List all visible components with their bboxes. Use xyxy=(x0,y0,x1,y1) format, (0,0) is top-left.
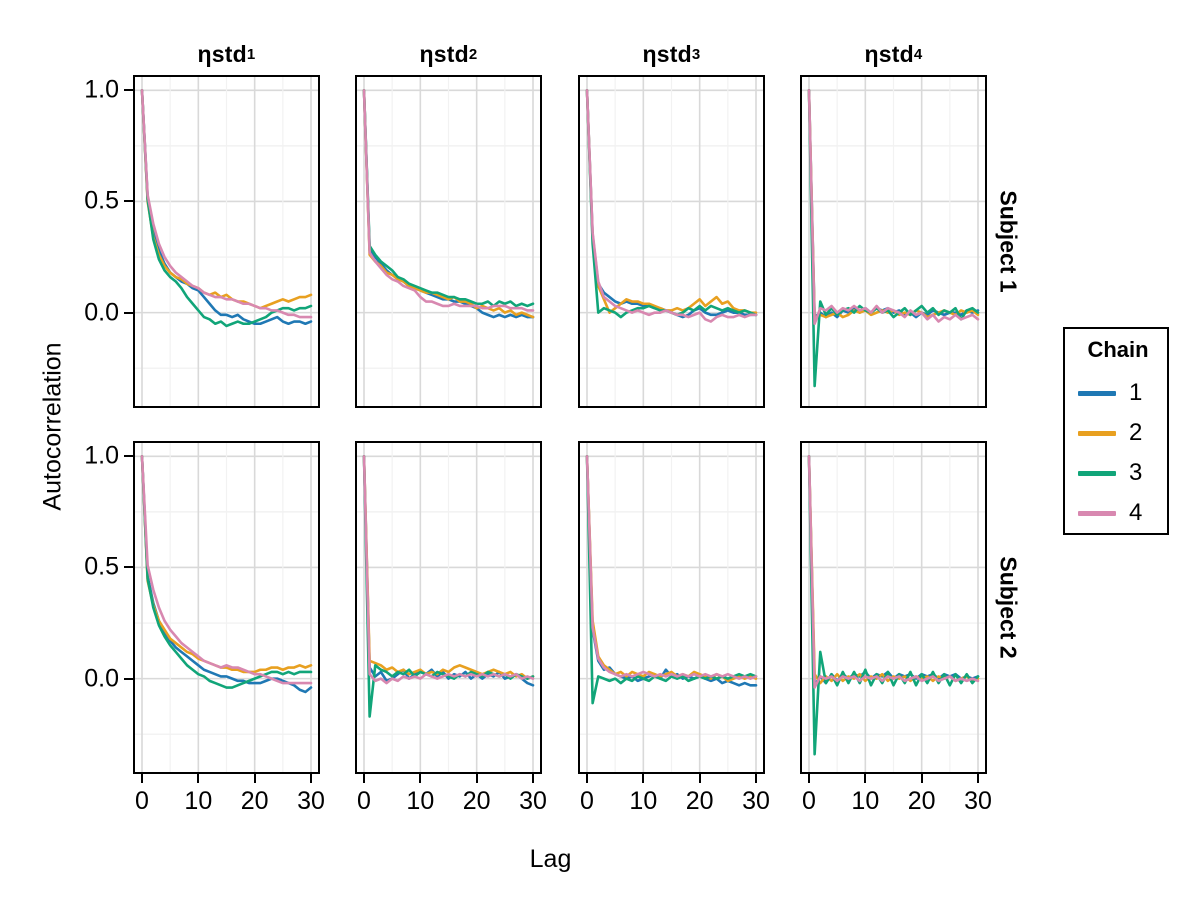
y-axis-title: Autocorrelation xyxy=(38,342,67,511)
x-tick-mark xyxy=(977,774,979,783)
legend-key-swatch-wrap xyxy=(1075,430,1119,436)
x-tick-label: 10 xyxy=(629,787,658,815)
legend-item-chain-3[interactable]: 3 xyxy=(1065,453,1171,493)
panel-plot-area xyxy=(135,443,318,772)
panel-1-4 xyxy=(800,75,987,408)
x-tick-label: 20 xyxy=(685,787,714,815)
x-tick-mark xyxy=(310,774,312,783)
x-tick-label: 30 xyxy=(964,787,992,815)
legend-item-chain-1[interactable]: 1 xyxy=(1065,373,1171,413)
panel-plot-area xyxy=(580,443,763,772)
x-axis-title: Lag xyxy=(529,845,572,873)
facet-strip-col-4: ηstd 4 xyxy=(800,37,987,71)
x-tick-mark xyxy=(864,774,867,783)
y-tick-label: 0.0 xyxy=(84,664,119,693)
panel-2-4 xyxy=(800,441,987,774)
legend-key-swatch-wrap xyxy=(1075,470,1119,476)
panel-plot-area xyxy=(357,77,540,406)
y-tick-mark xyxy=(124,89,133,92)
legend-line-swatch xyxy=(1078,510,1116,516)
facet-strip-label: Subject 2 xyxy=(995,556,1022,659)
panel-plot-area xyxy=(135,77,318,406)
y-tick-mark xyxy=(124,677,133,680)
panel-1-2 xyxy=(355,75,542,408)
panel-2-1 xyxy=(133,441,320,774)
facet-strip-subscript: 4 xyxy=(913,45,923,63)
legend-item-label: 4 xyxy=(1129,499,1143,526)
legend: Chain 1 2 3 4 xyxy=(1063,327,1169,535)
legend-item-label: 3 xyxy=(1129,459,1143,486)
x-tick-label: 0 xyxy=(135,787,149,815)
x-tick-label: 10 xyxy=(406,787,435,815)
facet-strip-col-3: ηstd 3 xyxy=(578,37,765,71)
facet-strip-label: ηstd xyxy=(197,40,247,67)
x-tick-mark xyxy=(419,774,422,783)
legend-item-chain-2[interactable]: 2 xyxy=(1065,413,1171,453)
facet-strip-row-1: Subject 1 xyxy=(990,75,1026,408)
x-tick-mark xyxy=(141,774,143,783)
y-tick-label: 1.0 xyxy=(84,441,119,470)
x-tick-mark xyxy=(586,774,588,783)
legend-item-chain-4[interactable]: 4 xyxy=(1065,493,1171,533)
y-tick-label: 0.5 xyxy=(84,552,119,581)
x-tick-label: 10 xyxy=(851,787,880,815)
x-tick-label: 30 xyxy=(519,787,547,815)
y-tick-label: 0.0 xyxy=(84,298,119,327)
x-tick-mark xyxy=(808,774,810,783)
y-tick-mark xyxy=(124,311,133,314)
facet-strip-label: Subject 1 xyxy=(995,190,1022,293)
legend-key-swatch-wrap xyxy=(1075,390,1119,396)
x-tick-label: 20 xyxy=(907,787,936,815)
x-tick-label: 30 xyxy=(297,787,325,815)
facet-strip-subscript: 3 xyxy=(691,45,701,63)
legend-line-swatch xyxy=(1078,470,1116,476)
x-tick-label: 0 xyxy=(802,787,816,815)
x-tick-label: 20 xyxy=(462,787,491,815)
facet-strip-label: ηstd xyxy=(642,40,692,67)
legend-line-swatch xyxy=(1078,390,1116,396)
panel-plot-area xyxy=(357,443,540,772)
facet-strip-label: ηstd xyxy=(864,40,914,67)
facet-strip-subscript: 2 xyxy=(468,45,478,63)
x-tick-mark xyxy=(197,774,200,783)
facet-strip-subscript: 1 xyxy=(246,45,256,63)
facet-strip-label: ηstd xyxy=(419,40,469,67)
legend-title: Chain xyxy=(1087,337,1149,362)
x-tick-mark xyxy=(475,774,478,783)
x-tick-mark xyxy=(698,774,701,783)
y-tick-label: 1.0 xyxy=(84,75,119,104)
legend-line-swatch xyxy=(1078,430,1116,436)
x-tick-label: 20 xyxy=(240,787,269,815)
legend-key-swatch-wrap xyxy=(1075,510,1119,516)
x-tick-mark xyxy=(642,774,645,783)
x-tick-mark xyxy=(253,774,256,783)
y-tick-mark xyxy=(124,200,133,203)
facet-strip-col-1: ηstd 1 xyxy=(133,37,320,71)
acf-facet-chart: Autocorrelation Lag ηstd 1 ηstd 2 ηstd 3 ηstd 4… xyxy=(0,0,1200,900)
y-tick-mark xyxy=(124,455,133,458)
x-tick-label: 0 xyxy=(357,787,371,815)
y-tick-label: 0.5 xyxy=(84,186,119,215)
panel-1-3 xyxy=(578,75,765,408)
x-tick-mark xyxy=(363,774,365,783)
panel-plot-area xyxy=(580,77,763,406)
legend-item-label: 1 xyxy=(1129,379,1143,406)
panel-plot-area xyxy=(802,77,985,406)
y-tick-mark xyxy=(124,566,133,569)
x-tick-label: 30 xyxy=(742,787,770,815)
legend-items: 1 2 3 4 xyxy=(1065,373,1171,533)
panel-plot-area xyxy=(802,443,985,772)
panel-1-1 xyxy=(133,75,320,408)
panel-2-2 xyxy=(355,441,542,774)
x-tick-mark xyxy=(532,774,534,783)
x-tick-mark xyxy=(920,774,923,783)
facet-strip-col-2: ηstd 2 xyxy=(355,37,542,71)
facet-strip-row-2: Subject 2 xyxy=(990,441,1026,774)
panel-2-3 xyxy=(578,441,765,774)
legend-item-label: 2 xyxy=(1129,419,1143,446)
x-tick-mark xyxy=(755,774,757,783)
x-tick-label: 0 xyxy=(580,787,594,815)
x-tick-label: 10 xyxy=(184,787,213,815)
